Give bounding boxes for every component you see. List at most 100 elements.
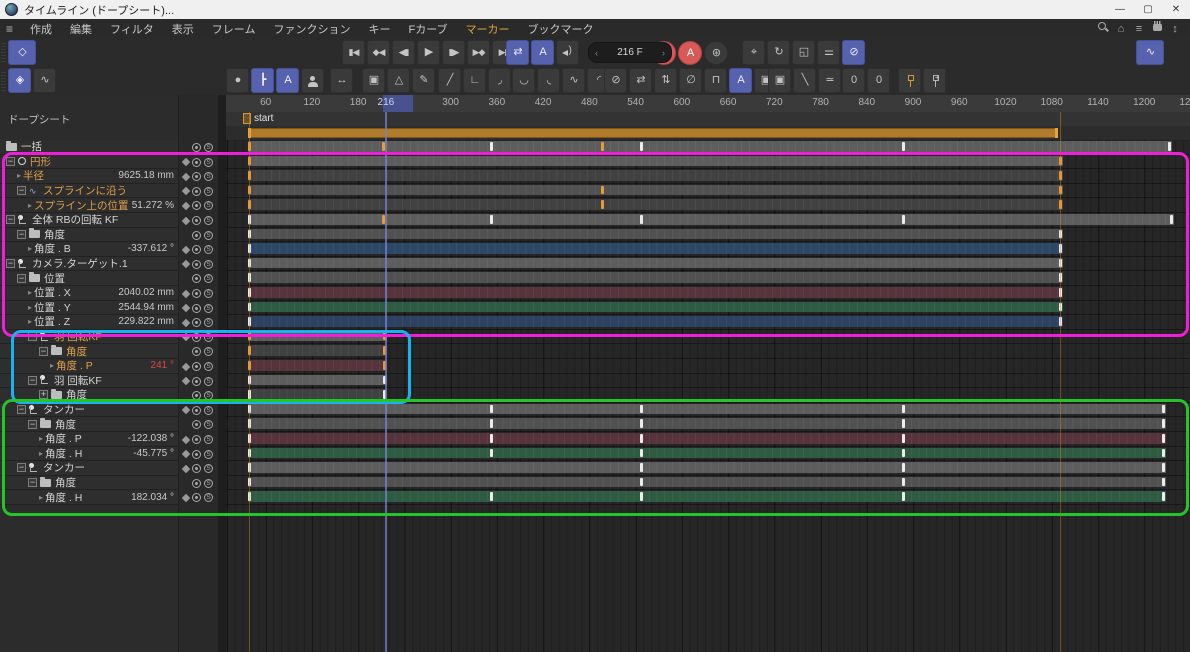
- menu-item-6[interactable]: キー: [359, 24, 399, 36]
- collapse-icon[interactable]: −: [17, 463, 26, 472]
- solo-icon[interactable]: S: [204, 391, 213, 400]
- visibility-eye-icon[interactable]: [192, 362, 201, 371]
- keyframe[interactable]: [490, 449, 493, 458]
- track-row-label[interactable]: 一括: [0, 140, 178, 155]
- track-row-label[interactable]: ▸角度 . H182.034 °: [0, 490, 178, 505]
- track-row-label[interactable]: −羽 回転KF: [0, 330, 178, 345]
- marker-track[interactable]: start: [226, 112, 1190, 127]
- keep-visual-angle-button[interactable]: ≃: [818, 68, 841, 93]
- keyframe-diamond-icon[interactable]: [182, 172, 190, 180]
- solo-icon[interactable]: S: [204, 479, 213, 488]
- track-bar[interactable]: [248, 156, 1063, 167]
- timeline-area[interactable]: 6012018030036042048054060066072078084090…: [226, 95, 1190, 652]
- solo-icon[interactable]: S: [204, 216, 213, 225]
- keyframe-diamond-icon[interactable]: [182, 260, 190, 268]
- track-row-label[interactable]: −タンカー: [0, 461, 178, 476]
- track-bar[interactable]: [248, 331, 387, 342]
- menu-item-9[interactable]: ブックマーク: [519, 24, 603, 36]
- visibility-eye-icon[interactable]: [192, 274, 201, 283]
- track-value[interactable]: 2544.94 mm: [118, 302, 174, 313]
- start-marker[interactable]: [243, 113, 251, 124]
- previous-key-button[interactable]: ◆◀: [367, 40, 390, 65]
- track-row-label[interactable]: −角度: [0, 476, 178, 491]
- linear-interpolation-button[interactable]: ╱: [438, 68, 461, 93]
- visibility-eye-icon[interactable]: [192, 143, 201, 152]
- keyframe-diamond-icon[interactable]: [182, 216, 190, 224]
- solo-icon[interactable]: S: [204, 304, 213, 313]
- keyframe-diamond-icon[interactable]: [182, 450, 190, 458]
- solo-icon[interactable]: S: [204, 231, 213, 240]
- track-bar[interactable]: [248, 375, 387, 386]
- keyframe-diamond-icon[interactable]: [182, 304, 190, 312]
- keyframe[interactable]: [640, 142, 643, 151]
- track-value[interactable]: 9625.18 mm: [118, 170, 174, 181]
- track-row-label[interactable]: −∿スプラインに沿う: [0, 184, 178, 199]
- track-bar[interactable]: [248, 141, 1172, 152]
- solo-icon[interactable]: S: [204, 377, 213, 386]
- hamburger-menu-icon[interactable]: ≡: [6, 22, 13, 36]
- track-row-label[interactable]: −円形: [0, 155, 178, 170]
- solo-icon[interactable]: S: [204, 245, 213, 254]
- track-value[interactable]: -337.612 °: [128, 243, 174, 254]
- solo-icon[interactable]: S: [204, 420, 213, 429]
- solo-icon[interactable]: S: [204, 260, 213, 269]
- keyframe[interactable]: [601, 142, 604, 151]
- expand-icon[interactable]: +: [39, 390, 48, 399]
- autokeying-button[interactable]: A: [678, 41, 702, 65]
- keyframe[interactable]: [640, 449, 643, 458]
- keying-settings-button[interactable]: ⊛: [704, 41, 728, 65]
- track-bar[interactable]: [248, 229, 1063, 240]
- maximize-button[interactable]: ▢: [1134, 0, 1162, 19]
- pan-icon[interactable]: ↕: [1168, 23, 1182, 35]
- visibility-eye-icon[interactable]: [192, 347, 201, 356]
- next-key-button[interactable]: ▶◆: [467, 40, 490, 65]
- track-lane[interactable]: [226, 388, 1190, 403]
- key-scale-button[interactable]: ◱: [792, 40, 815, 65]
- track-lane[interactable]: [226, 417, 1190, 432]
- track-lane[interactable]: [226, 476, 1190, 491]
- visibility-eye-icon[interactable]: [192, 172, 201, 181]
- keyframe[interactable]: [902, 405, 905, 414]
- dopesheet-mode-button[interactable]: ◇: [8, 40, 36, 65]
- solo-icon[interactable]: S: [204, 450, 213, 459]
- visibility-eye-icon[interactable]: [192, 493, 201, 502]
- lock-value-button[interactable]: ⇅: [654, 68, 677, 93]
- ease-out-button[interactable]: ∿: [562, 68, 585, 93]
- menu-item-0[interactable]: 作成: [21, 24, 61, 36]
- solo-icon[interactable]: S: [204, 158, 213, 167]
- collapse-icon[interactable]: −: [17, 274, 26, 283]
- keyframe-diamond-icon[interactable]: [182, 202, 190, 210]
- automatic-mode-button[interactable]: A: [276, 68, 299, 93]
- track-row-label[interactable]: ▸位置 . Y2544.94 mm: [0, 301, 178, 316]
- track-lane[interactable]: [226, 228, 1190, 243]
- visibility-eye-icon[interactable]: [192, 435, 201, 444]
- keyframe-diamond-icon[interactable]: [182, 435, 190, 443]
- keyframe[interactable]: [640, 434, 643, 443]
- visibility-eye-icon[interactable]: [192, 289, 201, 298]
- track-lane[interactable]: [226, 184, 1190, 199]
- solo-icon[interactable]: S: [204, 347, 213, 356]
- move-keys-button[interactable]: ↔: [330, 68, 353, 93]
- track-bar[interactable]: [248, 170, 1063, 181]
- summary-range-bar[interactable]: [248, 128, 1058, 138]
- keyframe[interactable]: [640, 463, 643, 472]
- spline-interpolation-button[interactable]: ◞: [488, 68, 511, 93]
- lock-tangent-length-button[interactable]: ▣: [768, 68, 791, 93]
- keyframe[interactable]: [1162, 478, 1165, 487]
- track-value[interactable]: 2040.02 mm: [118, 287, 174, 298]
- search-icon[interactable]: [1096, 21, 1110, 36]
- track-lane[interactable]: [226, 447, 1190, 462]
- visibility-eye-icon[interactable]: [192, 464, 201, 473]
- key-view-button[interactable]: ◈: [8, 68, 31, 93]
- visibility-eye-icon[interactable]: [192, 420, 201, 429]
- visibility-eye-icon[interactable]: [192, 260, 201, 269]
- track-bar[interactable]: [248, 302, 1063, 313]
- solo-icon[interactable]: S: [204, 318, 213, 327]
- track-lane[interactable]: [226, 286, 1190, 301]
- keyframe-diamond-icon[interactable]: [182, 406, 190, 414]
- menu-item-1[interactable]: 編集: [61, 24, 101, 36]
- zero-angle-button[interactable]: 0: [842, 68, 865, 93]
- autokey-track-button[interactable]: A: [531, 40, 554, 65]
- solo-icon[interactable]: S: [204, 143, 213, 152]
- timeline-ruler[interactable]: 6012018030036042048054060066072078084090…: [226, 95, 1190, 113]
